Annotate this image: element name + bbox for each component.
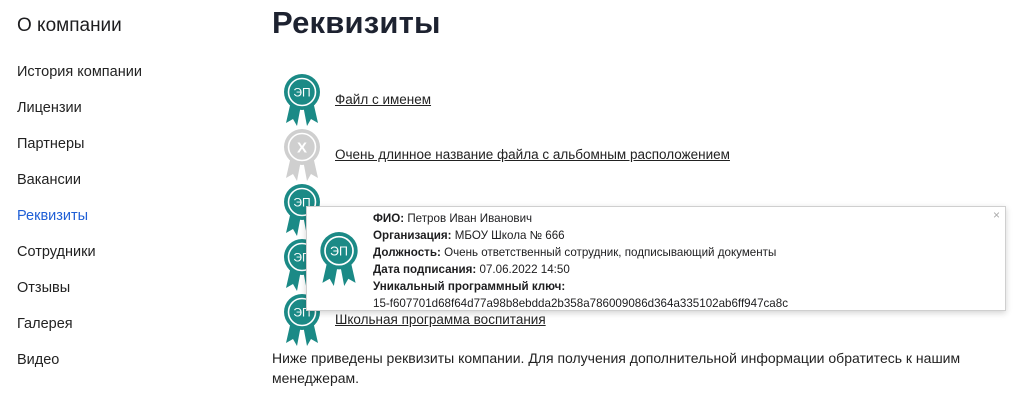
- org-label: Организация:: [373, 229, 452, 242]
- org-value: МБОУ Школа № 666: [454, 229, 565, 242]
- signature-details: ФИО: Петров Иван Иванович Организация: М…: [373, 210, 788, 312]
- sidebar-item-history[interactable]: История компании: [17, 63, 142, 99]
- date-label: Дата подписания:: [373, 263, 477, 276]
- sidebar-item-reviews[interactable]: Отзывы: [17, 279, 142, 315]
- fio-label: ФИО:: [373, 212, 405, 225]
- sidebar-title: О компании: [17, 15, 122, 36]
- page-title: Реквизиты: [272, 5, 441, 40]
- sidebar-item-partners[interactable]: Партнеры: [17, 135, 142, 171]
- signature-badge-icon[interactable]: ЭП: [282, 73, 322, 127]
- signature-key-label-line: Уникальный программный ключ:: [373, 278, 788, 295]
- signature-key-value: 15-f607701d68f64d77a98b8ebdda2b358a78600…: [373, 297, 789, 310]
- file-link[interactable]: Файл с именем: [335, 92, 431, 107]
- signature-position-line: Должность: Очень ответственный сотрудник…: [373, 244, 788, 261]
- close-icon[interactable]: ×: [993, 208, 1000, 222]
- requisites-note: Ниже приведены реквизиты компании. Для п…: [272, 350, 961, 386]
- sidebar-item-requisites[interactable]: Реквизиты: [17, 207, 142, 243]
- svg-text:ЭП: ЭП: [293, 86, 310, 100]
- sidebar-item-licenses[interactable]: Лицензии: [17, 99, 142, 135]
- file-link[interactable]: Очень длинное название файла с альбомным…: [335, 147, 730, 162]
- signature-date-line: Дата подписания: 07.06.2022 14:50: [373, 261, 788, 278]
- sidebar-item-vacancies[interactable]: Вакансии: [17, 171, 142, 207]
- key-label: Уникальный программный ключ:: [373, 280, 566, 293]
- sidebar-nav: История компании Лицензии Партнеры Вакан…: [17, 63, 142, 387]
- signature-invalid-badge-icon[interactable]: X: [282, 128, 322, 182]
- sidebar-item-employees[interactable]: Сотрудники: [17, 243, 142, 279]
- date-value: 07.06.2022 14:50: [479, 263, 570, 276]
- position-label: Должность:: [373, 246, 441, 259]
- svg-text:X: X: [297, 140, 307, 157]
- fio-value: Петров Иван Иванович: [407, 212, 533, 225]
- svg-text:ЭП: ЭП: [330, 244, 348, 258]
- signature-fio-line: ФИО: Петров Иван Иванович: [373, 210, 788, 227]
- signature-org-line: Организация: МБОУ Школа № 666: [373, 227, 788, 244]
- signature-badge-icon: ЭП: [320, 232, 358, 286]
- file-link[interactable]: Школьная программа воспитания: [335, 312, 546, 327]
- sidebar-item-video[interactable]: Видео: [17, 351, 142, 387]
- position-value: Очень ответственный сотрудник, подписыва…: [444, 246, 777, 259]
- sidebar-item-gallery[interactable]: Галерея: [17, 315, 142, 351]
- signature-info-popup: ЭП × ФИО: Петров Иван Иванович Организац…: [306, 206, 1006, 311]
